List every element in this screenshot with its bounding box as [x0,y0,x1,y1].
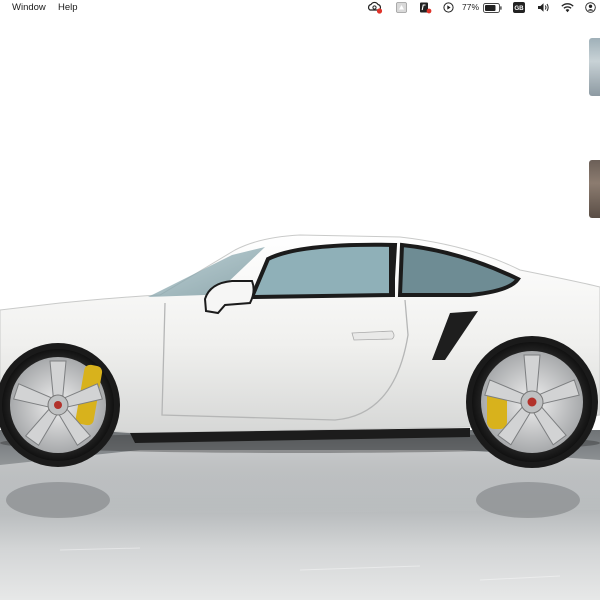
play-icon[interactable] [442,1,454,14]
creative-cloud-icon[interactable] [367,1,383,14]
user-icon[interactable] [584,1,596,14]
battery-percentage: 77% [462,2,480,12]
desktop: Window Help 77% GB [0,0,600,600]
rear-wheel [466,336,598,468]
widget-thumbnail[interactable] [589,160,600,218]
menu-bar: Window Help 77% GB [0,0,600,15]
keyboard-layout-label: GB [514,5,524,12]
wifi-icon[interactable] [560,1,574,14]
wallpaper-car [0,234,600,468]
widget-thumbnail[interactable] [589,38,600,96]
menu-window[interactable]: Window [12,2,46,13]
volume-icon[interactable] [536,1,550,14]
pdf-icon[interactable] [418,1,432,14]
battery-icon[interactable] [482,1,502,14]
menu-help[interactable]: Help [58,2,78,13]
drive-icon[interactable] [395,1,407,14]
front-wheel [0,343,120,467]
keyboard-layout-icon[interactable]: GB [512,1,525,14]
